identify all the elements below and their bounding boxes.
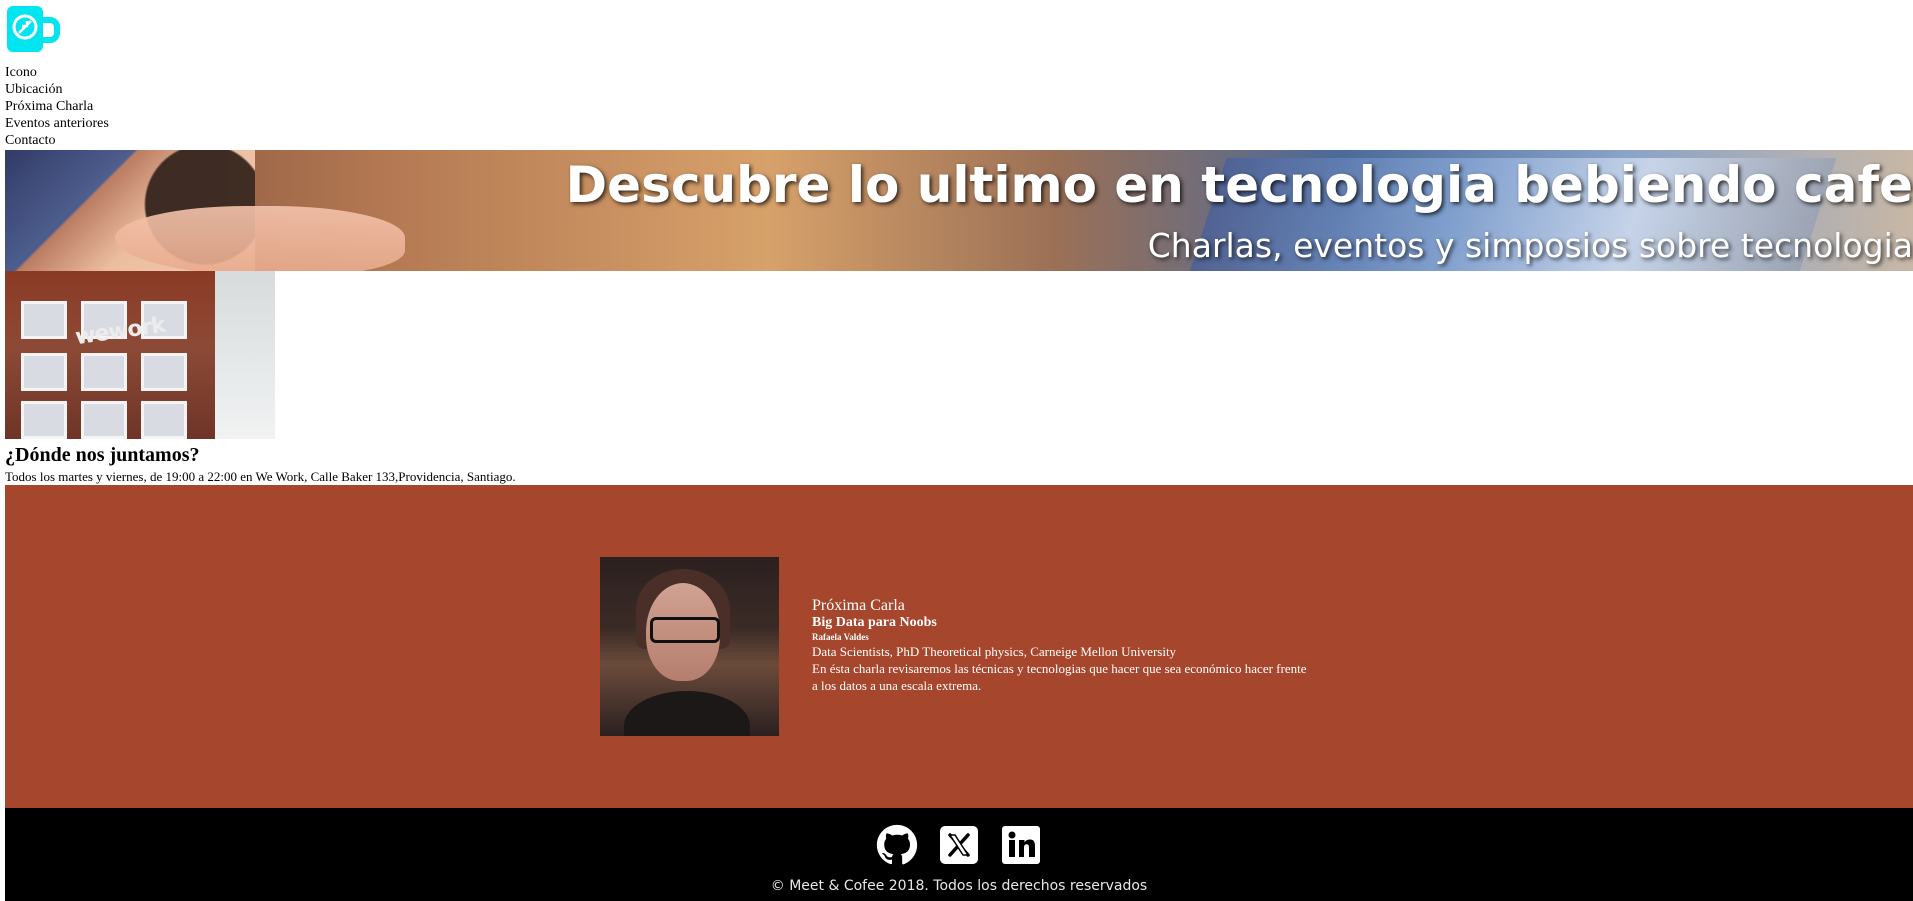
github-icon[interactable] — [876, 824, 918, 866]
footer: © Meet & Cofee 2018. Todos los derechos … — [5, 808, 1913, 901]
nav-item-proxima-charla[interactable]: Próxima Charla — [5, 98, 109, 115]
hero-banner: Descubre lo ultimo en tecnologia bebiend… — [5, 150, 1913, 271]
talk-speaker: Rafaela Valdes — [812, 632, 869, 642]
speaker-glasses — [650, 617, 720, 643]
building-window — [21, 301, 67, 339]
linkedin-icon[interactable] — [1000, 824, 1042, 866]
location-text: Todos los martes y viernes, de 19:00 a 2… — [5, 469, 516, 484]
building-window — [81, 353, 127, 391]
building-window — [21, 353, 67, 391]
copyright-text: © Meet & Cofee 2018. Todos los derechos … — [770, 878, 1148, 894]
next-talk-section: Próxima Carla Big Data para Noobs Rafael… — [5, 485, 1913, 808]
hero-photo-hand — [115, 206, 405, 271]
building-window — [81, 401, 127, 439]
location-title: ¿Dónde nos juntamos? — [5, 444, 200, 466]
talk-speaker-role: Data Scientists, PhD Theoretical physics… — [812, 644, 1177, 659]
location-photo: wework — [5, 271, 275, 439]
page: Icono Ubicación Próxima Charla Eventos a… — [5, 0, 1913, 901]
building-window — [141, 353, 187, 391]
building-window — [21, 401, 67, 439]
logo-icon[interactable] — [5, 2, 63, 60]
talk-title: Big Data para Noobs — [812, 615, 937, 630]
main-nav: Icono Ubicación Próxima Charla Eventos a… — [5, 64, 109, 149]
talk-label: Próxima Carla — [812, 597, 905, 614]
nav-item-ubicacion[interactable]: Ubicación — [5, 81, 109, 98]
building-window — [141, 401, 187, 439]
nav-item-icono[interactable]: Icono — [5, 64, 109, 81]
talk-description: En ésta charla revisaremos las técnicas … — [812, 661, 1307, 693]
hero-title: Descubre lo ultimo en tecnologia bebiend… — [565, 156, 1913, 214]
speaker-shirt — [624, 691, 750, 736]
location-photo-sky — [215, 271, 275, 439]
social-links — [876, 824, 1042, 866]
x-icon[interactable] — [938, 824, 980, 866]
hero-subtitle: Charlas, eventos y simposios sobre tecno… — [1147, 226, 1913, 265]
nav-item-eventos-anteriores[interactable]: Eventos anteriores — [5, 115, 109, 132]
speaker-photo — [600, 557, 779, 736]
nav-item-contacto[interactable]: Contacto — [5, 132, 109, 149]
coffee-cup-icon — [7, 6, 60, 52]
talk-info: Próxima Carla Big Data para Noobs Rafael… — [812, 597, 1312, 694]
